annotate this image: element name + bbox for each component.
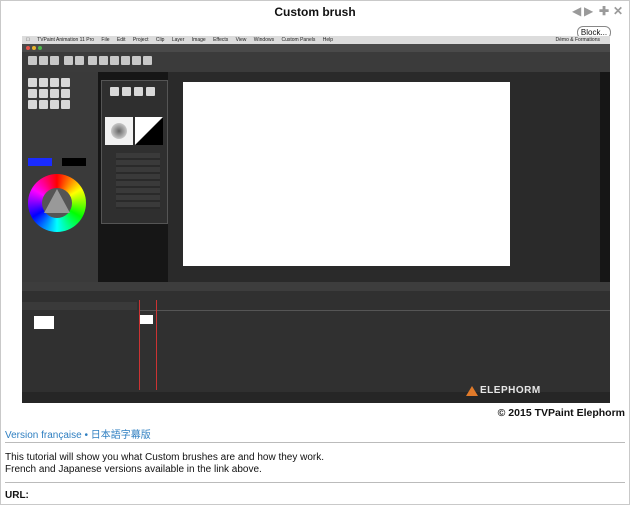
- brush-preset-icon: [110, 87, 119, 96]
- app-menu-item: Help: [317, 37, 333, 43]
- app-minimize-icon: [32, 46, 36, 50]
- new-icon: [28, 56, 37, 65]
- app-menu-user: Démo & Formations: [555, 37, 600, 43]
- copyright-text: © 2015 TVPaint Elephorm: [497, 407, 625, 419]
- playhead-marker: [139, 300, 140, 390]
- brush-icon: [99, 56, 108, 65]
- app-menu-item: File: [96, 37, 109, 43]
- brush-tool-panel: [101, 80, 168, 224]
- brush-preset-icon: [146, 87, 155, 96]
- grid-icon: [110, 56, 119, 65]
- custom-brush-preview: [105, 117, 133, 145]
- playhead-marker: [156, 300, 157, 390]
- save-icon: [50, 56, 59, 65]
- app-menu-item: Layer: [166, 37, 185, 43]
- brush-texture-icon: [111, 123, 127, 139]
- app-close-icon: [26, 46, 30, 50]
- primary-color-swatch: [28, 158, 52, 166]
- app-zoom-icon: [38, 46, 42, 50]
- move-tool-icon: [39, 100, 48, 109]
- plus-icon[interactable]: ✚: [599, 4, 609, 18]
- zoom-tool-icon: [50, 100, 59, 109]
- pen-tool-icon: [28, 78, 37, 87]
- app-title-bar: [22, 44, 610, 52]
- app-toolbar: [22, 52, 610, 72]
- app-menu-item: Effects: [207, 37, 228, 43]
- camera-icon: [88, 56, 97, 65]
- eraser-tool-icon: [61, 78, 70, 87]
- app-menu-item: Edit: [111, 37, 126, 43]
- brush-settings-list: [116, 153, 160, 209]
- brush-preset-icon: [134, 87, 143, 96]
- description: This tutorial will show you what Custom …: [5, 452, 324, 476]
- fill-tool-icon: [50, 89, 59, 98]
- video-player[interactable]:  TVPaint Animation 11 Pro File Edit Pro…: [22, 36, 610, 403]
- timeline-track: [140, 310, 610, 311]
- app-menu-item: View: [230, 37, 247, 43]
- airbrush-tool-icon: [50, 78, 59, 87]
- tools-panel: [22, 72, 98, 282]
- color-swatches: [28, 158, 94, 166]
- layer-row: [22, 302, 137, 310]
- color-wheel: [28, 174, 86, 232]
- app-menu-item: Custom Panels: [276, 37, 315, 43]
- browser-window: Custom brush ◀ ▶ ✚ ✕ Block...  TVPaint …: [0, 0, 630, 505]
- window-titlebar: Custom brush ◀ ▶ ✚ ✕: [1, 1, 629, 23]
- description-line: This tutorial will show you what Custom …: [5, 452, 325, 463]
- language-links: Version française • 日本語字幕版: [5, 426, 151, 441]
- brush-preset-icon: [122, 87, 131, 96]
- redo-icon: [75, 56, 84, 65]
- select-tool-icon: [28, 100, 37, 109]
- divider: [5, 482, 625, 483]
- app-menu-item: Image: [186, 37, 206, 43]
- timeline-header: [22, 282, 610, 291]
- elephorm-logo: ELEPHORM: [480, 385, 541, 396]
- text-tool-icon: [61, 89, 70, 98]
- open-icon: [39, 56, 48, 65]
- frame-thumbnail: [140, 315, 153, 324]
- layers-icon: [132, 56, 141, 65]
- french-version-link[interactable]: Version française: [5, 430, 82, 441]
- pencil-tool-icon: [39, 78, 48, 87]
- picker-tool-icon: [61, 100, 70, 109]
- color-triangle: [44, 189, 70, 213]
- app-menu-item: TVPaint Animation 11 Pro: [32, 37, 94, 43]
- apple-icon: : [26, 37, 30, 43]
- app-menu-item: Windows: [248, 37, 274, 43]
- line-tool-icon: [28, 89, 37, 98]
- japanese-version-link[interactable]: 日本語字幕版: [91, 430, 151, 441]
- secondary-color-swatch: [62, 158, 86, 166]
- description-line: French and Japanese versions available i…: [5, 464, 262, 475]
- elephorm-logo-icon: [466, 386, 478, 396]
- window-title: Custom brush: [274, 5, 356, 19]
- app-menu-item: Project: [127, 37, 149, 43]
- url-label: URL:: [5, 490, 29, 501]
- brush-shape-preview: [135, 117, 163, 145]
- drawing-canvas: [183, 82, 510, 266]
- app-menu-item: Clip: [150, 37, 165, 43]
- app-menubar:  TVPaint Animation 11 Pro File Edit Pro…: [22, 36, 610, 44]
- layer-thumbnail: [34, 316, 54, 329]
- light-icon: [121, 56, 130, 65]
- undo-icon: [64, 56, 73, 65]
- settings-icon: [143, 56, 152, 65]
- link-separator: •: [84, 430, 89, 441]
- forward-arrow-icon[interactable]: ▶: [584, 4, 593, 18]
- close-icon[interactable]: ✕: [613, 4, 623, 18]
- back-arrow-icon[interactable]: ◀: [572, 4, 581, 18]
- shape-tool-icon: [39, 89, 48, 98]
- divider: [5, 442, 625, 443]
